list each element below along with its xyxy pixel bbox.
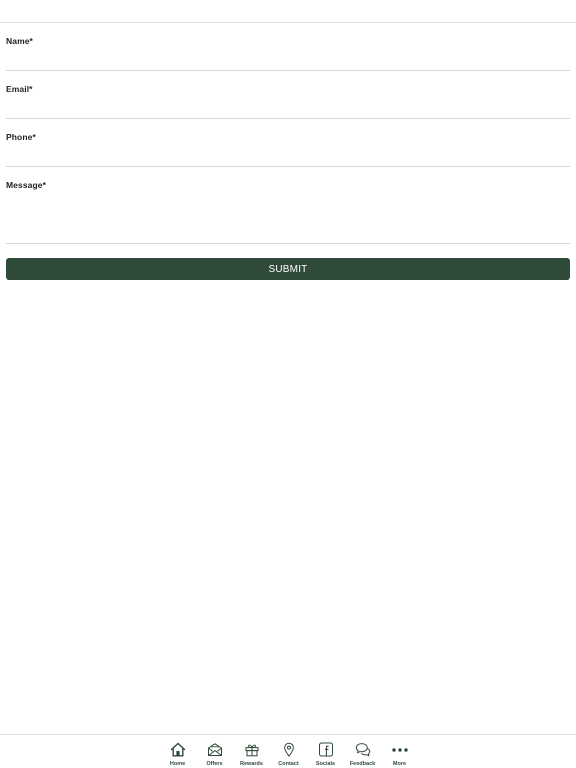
- location-pin-icon: [280, 741, 298, 758]
- tab-home[interactable]: Home: [159, 735, 196, 768]
- email-label: Email*: [6, 84, 33, 94]
- phone-input[interactable]: [6, 149, 566, 163]
- name-label: Name*: [6, 36, 33, 46]
- phone-field: Phone*: [6, 119, 570, 167]
- tab-offers[interactable]: Offers: [196, 735, 233, 768]
- name-field: Name*: [6, 23, 570, 71]
- tab-contact-label: Contact: [278, 761, 299, 767]
- tab-socials-label: Socials: [315, 761, 336, 767]
- facebook-icon: [317, 741, 335, 758]
- tab-rewards-label: Rewards: [240, 761, 263, 767]
- top-bar: [0, 0, 576, 23]
- tab-more-label: More: [392, 761, 407, 767]
- message-field: Message*: [6, 167, 570, 244]
- gift-icon: [243, 741, 261, 758]
- more-dots-icon: [391, 741, 409, 758]
- tab-bar-items: Home Offers Rewards Contact Socials Feed…: [159, 735, 418, 768]
- email-field: Email*: [6, 71, 570, 119]
- tab-feedback[interactable]: Feedback: [344, 735, 381, 768]
- phone-label: Phone*: [6, 132, 36, 142]
- tab-contact[interactable]: Contact: [270, 735, 307, 768]
- submit-button[interactable]: SUBMIT: [6, 258, 570, 280]
- chat-bubbles-icon: [354, 741, 372, 758]
- tab-socials[interactable]: Socials: [307, 735, 344, 768]
- tab-feedback-label: Feedback: [349, 761, 376, 767]
- message-input[interactable]: [6, 197, 566, 239]
- contact-page: Name* Email* Phone* Message* SUBMIT Home…: [0, 0, 576, 768]
- message-label: Message*: [6, 180, 47, 190]
- tab-more[interactable]: More: [381, 735, 418, 768]
- email-input[interactable]: [6, 101, 566, 115]
- name-input[interactable]: [6, 53, 566, 67]
- contact-form: Name* Email* Phone* Message*: [6, 23, 570, 244]
- offers-icon: [206, 741, 224, 758]
- tab-offers-label: Offers: [206, 761, 223, 767]
- bottom-tab-bar: Home Offers Rewards Contact Socials Feed…: [0, 734, 576, 768]
- home-icon: [169, 741, 187, 758]
- tab-home-label: Home: [169, 761, 186, 767]
- tab-rewards[interactable]: Rewards: [233, 735, 270, 768]
